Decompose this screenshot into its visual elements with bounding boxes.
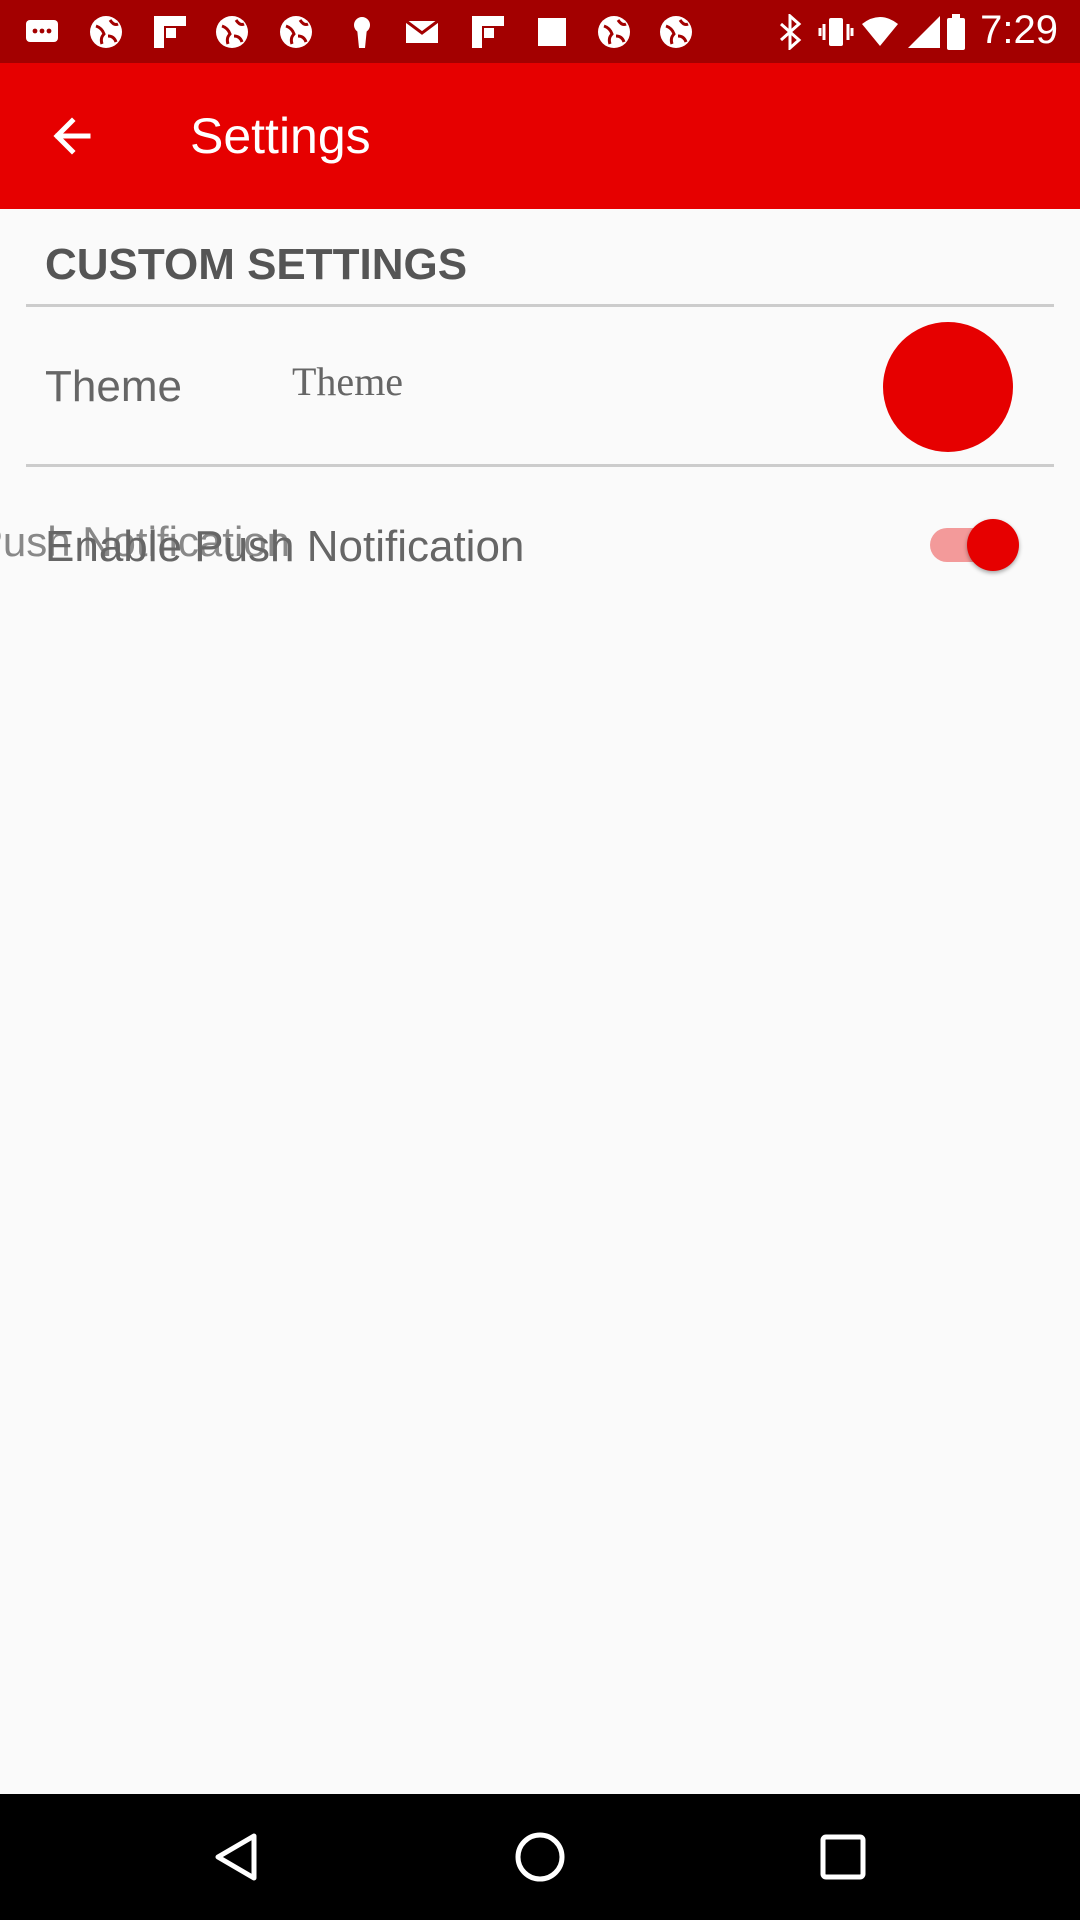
- wifi-icon: [862, 17, 898, 46]
- toggle-thumb[interactable]: [967, 519, 1019, 571]
- section-header: CUSTOM SETTINGS: [45, 240, 468, 289]
- navigation-bar: [0, 1794, 1080, 1920]
- recents-square-icon[interactable]: [810, 1824, 876, 1890]
- back-triangle-icon[interactable]: [204, 1824, 270, 1890]
- globe-icon: [660, 16, 692, 48]
- battery-icon: [947, 14, 965, 50]
- theme-label: Theme: [45, 362, 182, 411]
- app-bar: Settings: [0, 63, 1080, 209]
- globe-icon: [90, 16, 122, 48]
- home-circle-icon[interactable]: [507, 1824, 573, 1890]
- cellular-signal-icon: [908, 16, 940, 48]
- bluetooth-icon: [780, 14, 802, 50]
- keyhole-icon: [354, 17, 370, 48]
- divider: [26, 464, 1054, 467]
- globe-icon: [216, 16, 248, 48]
- clock-time: 7:29: [980, 8, 1058, 52]
- theme-value: Theme: [292, 359, 404, 404]
- vibrate-icon: [818, 18, 854, 46]
- flipboard-icon: [154, 16, 186, 48]
- globe-icon: [280, 16, 312, 48]
- status-bar: 7:29: [0, 0, 1080, 63]
- flipboard-icon: [472, 16, 504, 48]
- page-title: Settings: [190, 108, 371, 164]
- divider: [26, 304, 1054, 307]
- globe-icon: [598, 16, 630, 48]
- email-icon: [405, 19, 439, 43]
- push-notification-label: Enable Push Notification: [45, 522, 525, 571]
- square-icon: [538, 18, 566, 46]
- messaging-icon: [26, 20, 58, 42]
- theme-color-swatch[interactable]: [883, 322, 1013, 452]
- back-arrow-icon[interactable]: [40, 103, 106, 169]
